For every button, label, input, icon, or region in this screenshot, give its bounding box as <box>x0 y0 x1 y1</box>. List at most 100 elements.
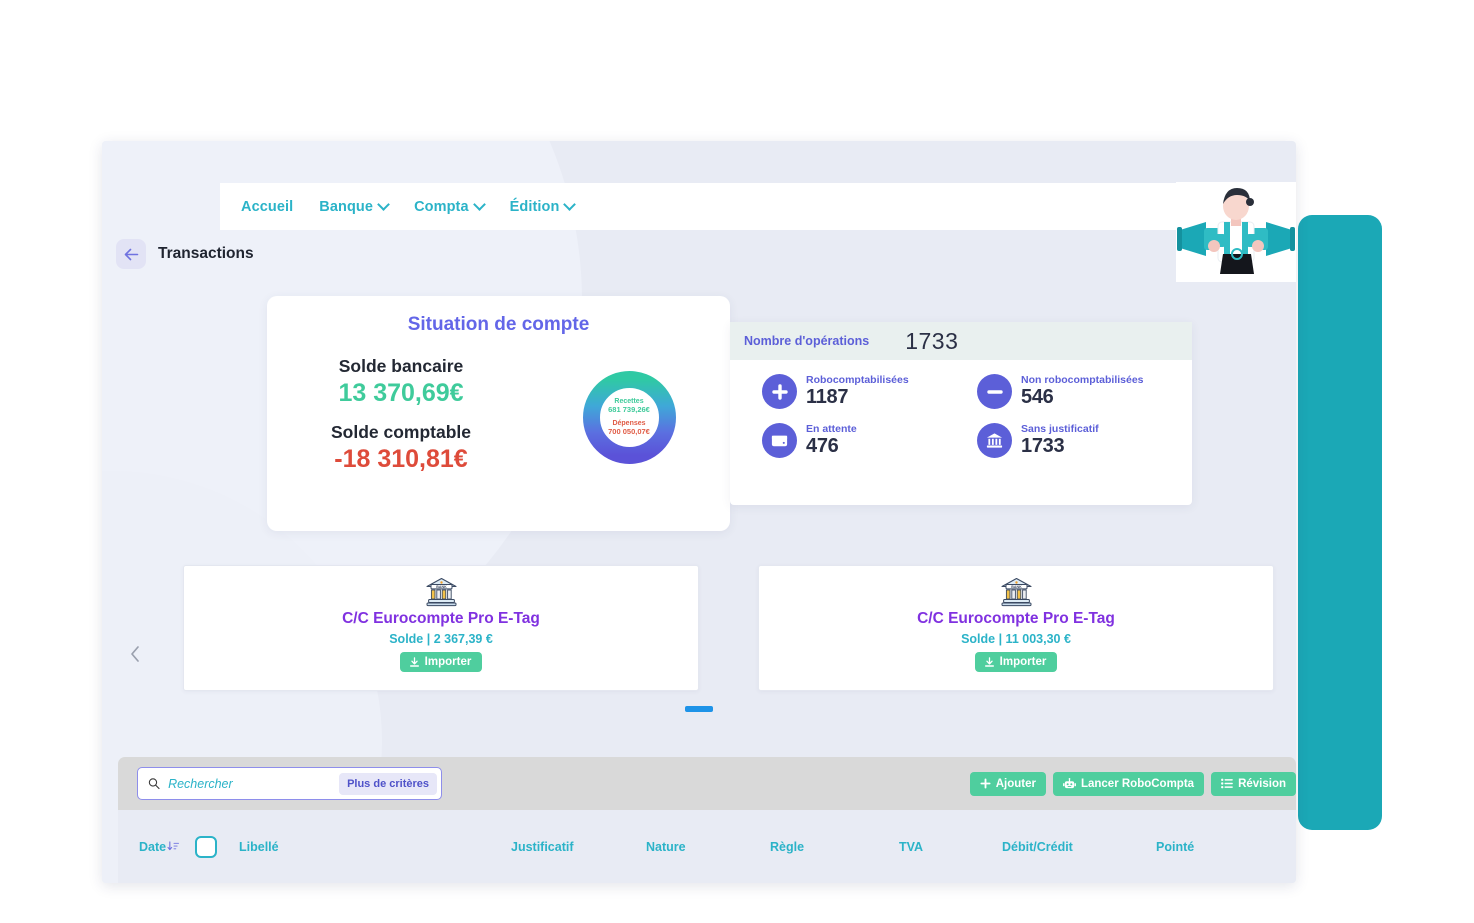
operations-header-value: 1733 <box>905 327 959 354</box>
stat-value: 1733 <box>1021 434 1065 457</box>
bank-icon <box>977 423 1012 458</box>
column-header-pointe[interactable]: Pointé <box>1156 840 1194 854</box>
nav-item-label: Édition <box>509 198 560 215</box>
back-button[interactable] <box>116 239 146 269</box>
download-icon <box>409 656 419 667</box>
list-icon <box>1221 778 1233 789</box>
svg-text:BANK: BANK <box>436 585 447 589</box>
app-window: Accueil Banque Compta Édition Transactio… <box>102 141 1296 883</box>
page-title: Transactions <box>158 245 254 262</box>
bank-account-name: C/C Eurocompte Pro E-Tag <box>342 610 540 627</box>
operations-card-header: Nombre d'opérations 1733 <box>730 322 1192 360</box>
download-icon <box>984 656 994 667</box>
carousel-indicators <box>102 706 1296 712</box>
column-header-date[interactable]: Date <box>139 840 180 854</box>
transactions-toolbar: Plus de critères Ajouter <box>118 757 1296 810</box>
nav-item-label: Banque <box>319 198 374 215</box>
search-box[interactable]: Plus de critères <box>137 767 442 800</box>
minus-circle-icon <box>977 374 1012 409</box>
depenses-value: 700 050,07€ <box>608 427 650 437</box>
robot-icon <box>1063 777 1076 788</box>
launch-robocompta-button[interactable]: Lancer RoboCompta <box>1052 771 1205 796</box>
column-header-justificatif[interactable]: Justificatif <box>511 840 574 854</box>
import-button[interactable]: Importer <box>399 652 483 672</box>
search-icon <box>148 778 160 790</box>
import-button-label: Importer <box>999 656 1047 668</box>
chevron-down-icon <box>565 200 574 209</box>
decorative-teal-panel <box>1298 215 1382 830</box>
import-button-label: Importer <box>424 656 472 668</box>
more-criteria-button[interactable]: Plus de critères <box>339 772 437 795</box>
stat-label: En attente <box>806 423 857 436</box>
stat-en-attente[interactable]: En attente 476 <box>762 423 977 458</box>
page-header: Transactions <box>116 239 254 269</box>
recettes-depenses-chart: Recettes 681 739,26€ Dépenses 700 050,07… <box>549 356 709 466</box>
nav-item-edition[interactable]: Édition <box>510 199 575 215</box>
operations-stats-grid: Robocomptabilisées 1187 Non robocomptabi… <box>730 360 1192 458</box>
bank-account-card[interactable]: BANK C/C Eurocompte Pro E-Tag Solde | 2 … <box>183 565 699 691</box>
nav-item-accueil[interactable]: Accueil <box>241 199 293 215</box>
main-navigation: Accueil Banque Compta Édition <box>220 182 1296 282</box>
carousel-prev-button[interactable] <box>124 643 146 665</box>
chevron-down-icon <box>475 200 484 209</box>
column-header-regle[interactable]: Règle <box>770 840 804 854</box>
stat-non-robocomptabilisees[interactable]: Non robocomptabilisées 546 <box>977 374 1192 409</box>
solde-bancaire-label: Solde bancaire <box>338 356 464 376</box>
revision-button-label: Révision <box>1238 777 1286 790</box>
bank-account-card[interactable]: BANK C/C Eurocompte Pro E-Tag Solde | 11… <box>758 565 1274 691</box>
operations-header-label: Nombre d'opérations <box>744 334 870 348</box>
stat-value: 1187 <box>806 385 849 408</box>
bank-account-balance: Solde | 11 003,30 € <box>961 632 1071 646</box>
column-header-libelle[interactable]: Libellé <box>239 840 279 854</box>
screenshot-root: Accueil Banque Compta Édition Transactio… <box>0 0 1474 923</box>
column-header-label: Date <box>139 839 167 854</box>
select-all-checkbox[interactable] <box>195 835 217 858</box>
sort-desc-icon <box>167 841 180 851</box>
add-button[interactable]: Ajouter <box>969 771 1046 796</box>
stat-robocomptabilisees[interactable]: Robocomptabilisées 1187 <box>762 374 977 409</box>
stat-label: Sans justificatif <box>1021 423 1099 436</box>
stat-value: 546 <box>1021 385 1054 408</box>
import-button[interactable]: Importer <box>974 652 1058 672</box>
bank-building-icon: BANK <box>1000 577 1032 607</box>
bank-account-name: C/C Eurocompte Pro E-Tag <box>917 610 1115 627</box>
nav-item-label: Accueil <box>241 198 294 215</box>
nombre-operations-card: Nombre d'opérations 1733 Robocomptabilis… <box>730 322 1192 505</box>
transactions-table-header: Date Libellé Justificatif Nature Règle T… <box>118 810 1296 883</box>
soldes-block: Solde bancaire 13 370,69€ Solde comptabl… <box>267 356 535 474</box>
stat-label: Robocomptabilisées <box>806 374 909 387</box>
stat-sans-justificatif[interactable]: Sans justificatif 1733 <box>977 423 1192 458</box>
stat-label: Non robocomptabilisées <box>1021 374 1144 387</box>
solde-bancaire-value: 13 370,69€ <box>338 379 464 407</box>
solde-comptable-label: Solde comptable <box>330 422 472 442</box>
svg-text:BANK: BANK <box>1011 585 1022 589</box>
column-header-debit-credit[interactable]: Débit/Crédit <box>1002 840 1073 854</box>
wallet-icon <box>762 423 797 458</box>
carousel-indicator-active[interactable] <box>685 706 713 712</box>
column-header-nature[interactable]: Nature <box>646 840 686 854</box>
chevron-left-icon <box>131 646 139 662</box>
column-header-tva[interactable]: TVA <box>899 840 923 854</box>
nav-item-banque[interactable]: Banque <box>319 199 388 215</box>
bank-account-balance: Solde | 2 367,39 € <box>389 632 493 646</box>
summary-section: Situation de compte Solde bancaire 13 37… <box>102 296 1296 531</box>
toolbar-actions: Ajouter Lancer RoboCompta Révision <box>969 771 1296 796</box>
bank-accounts-carousel: BANK C/C Eurocompte Pro E-Tag Solde | 2 … <box>102 565 1296 712</box>
nav-item-compta[interactable]: Compta <box>414 199 484 215</box>
search-input[interactable] <box>168 776 332 791</box>
situation-card-title: Situation de compte <box>407 314 590 335</box>
stat-value: 476 <box>806 434 839 457</box>
donut-chart: Recettes 681 739,26€ Dépenses 700 050,07… <box>581 369 678 466</box>
launch-robocompta-label: Lancer RoboCompta <box>1080 777 1195 790</box>
nav-item-label: Compta <box>414 198 469 215</box>
person-with-megaphones-illustration <box>1176 182 1296 282</box>
donut-center-labels: Recettes 681 739,26€ Dépenses 700 050,07… <box>581 369 678 466</box>
add-button-label: Ajouter <box>995 777 1036 790</box>
bank-building-icon: BANK <box>425 577 457 607</box>
situation-de-compte-card: Situation de compte Solde bancaire 13 37… <box>267 296 730 531</box>
chevron-down-icon <box>379 200 388 209</box>
plus-icon <box>980 778 991 789</box>
bank-cards-list: BANK C/C Eurocompte Pro E-Tag Solde | 2 … <box>102 565 1296 691</box>
recettes-value: 681 739,26€ <box>608 405 650 415</box>
revision-button[interactable]: Révision <box>1211 771 1296 796</box>
